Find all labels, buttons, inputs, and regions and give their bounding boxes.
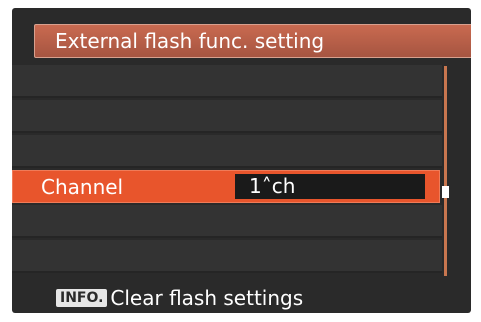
list-item-empty xyxy=(12,65,442,98)
footer-hint: INFO. Clear flash settings xyxy=(56,287,303,309)
clear-flash-settings-hint: Clear flash settings xyxy=(110,286,304,310)
title-bar: External flash func. setting xyxy=(34,24,471,58)
channel-value: 1˄ch xyxy=(249,174,296,198)
page-title: External flash func. setting xyxy=(55,29,325,53)
scrollbar-track[interactable] xyxy=(444,66,447,276)
scrollbar-thumb[interactable] xyxy=(442,186,449,198)
settings-list: Channel 1˄ch xyxy=(12,65,442,275)
list-item-empty xyxy=(12,240,442,273)
list-item-empty xyxy=(12,100,442,133)
list-item-empty xyxy=(12,205,442,238)
camera-menu-screen: External flash func. setting Channel 1˄c… xyxy=(12,8,471,313)
list-item-empty xyxy=(12,135,442,168)
list-item-channel[interactable]: Channel 1˄ch xyxy=(12,170,440,203)
info-button-icon[interactable]: INFO. xyxy=(56,289,108,307)
channel-value-field[interactable]: 1˄ch xyxy=(235,174,425,199)
channel-label: Channel xyxy=(41,175,124,199)
